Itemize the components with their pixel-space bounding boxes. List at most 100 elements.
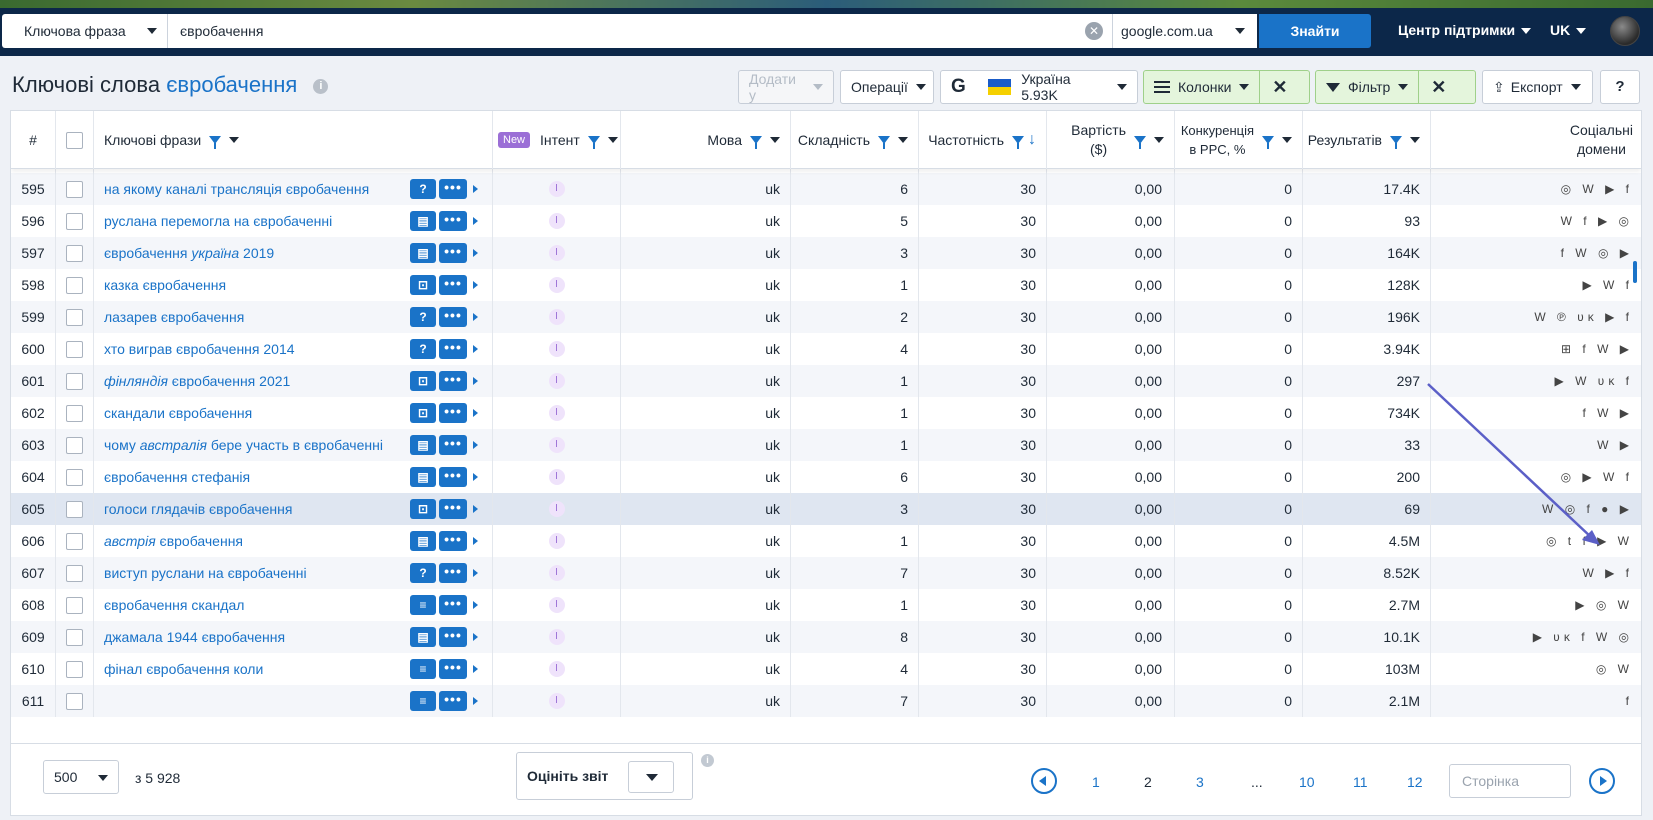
keyword-link[interactable]: скандали євробачення	[104, 405, 252, 421]
more-actions-button[interactable]: •••	[439, 691, 467, 711]
row-select[interactable]	[56, 269, 94, 301]
row-select[interactable]	[56, 589, 94, 621]
page-number-input[interactable]	[1449, 764, 1571, 798]
keyword-link[interactable]: руслана перемогла на євробаченні	[104, 213, 332, 229]
keyword-cell[interactable]: голоси глядачів євробачення ⊡ •••	[94, 493, 493, 525]
table-row[interactable]: 607 виступ руслани на євробаченні? ••• Iuk 7…	[11, 557, 1641, 589]
row-select[interactable]	[56, 557, 94, 589]
table-row[interactable]: 600 хто виграв євробачення 2014? ••• Iuk 4 30…	[11, 333, 1641, 365]
social-icons[interactable]: W ◎ f ● ▶	[1431, 493, 1641, 525]
col-lang[interactable]: Мова	[621, 111, 791, 169]
table-row[interactable]: 609 джамала 1944 євробачення ▤ ••• Iuk 8 30 0,0…	[11, 621, 1641, 653]
keyword-type-icon[interactable]: ≡	[410, 691, 436, 711]
keyword-type-icon[interactable]: ▤	[410, 243, 436, 263]
row-checkbox[interactable]	[66, 500, 83, 518]
table-row[interactable]: 595 на якому каналі трансляція євробаченн…	[11, 173, 1641, 205]
keyword-type-icon[interactable]: ≡	[410, 595, 436, 615]
expand-arrow-icon[interactable]	[473, 569, 478, 577]
info-icon[interactable]: i	[313, 78, 329, 94]
keyword-link[interactable]: голоси глядачів євробачення	[104, 501, 292, 517]
row-checkbox[interactable]	[66, 212, 83, 230]
keyword-cell[interactable]: фінал євробачення коли ≡ •••	[94, 653, 493, 685]
keyword-cell[interactable]: фінляндія євробачення 2021 ⊡ •••	[94, 365, 493, 397]
page-link[interactable]: 1	[1092, 774, 1100, 790]
help-button[interactable]: ?	[1600, 70, 1640, 104]
col-difficulty[interactable]: Складність	[791, 111, 919, 169]
expand-arrow-icon[interactable]	[473, 633, 478, 641]
social-icons[interactable]: ◎ W	[1431, 653, 1641, 685]
table-row[interactable]: 605 голоси глядачів євробачення ⊡ ••• Iuk 3 30…	[11, 493, 1641, 525]
keyword-cell[interactable]: євробачення стефанія ▤ •••	[94, 461, 493, 493]
keyword-link[interactable]: казка євробачення	[104, 277, 226, 293]
chevron-down-icon[interactable]	[1282, 137, 1292, 143]
more-actions-button[interactable]: •••	[439, 275, 467, 295]
social-icons[interactable]: ◎ ▶ W f	[1431, 461, 1641, 493]
more-actions-button[interactable]: •••	[439, 339, 467, 359]
table-row[interactable]: 602 скандали євробачення ⊡ ••• Iuk 1 30 0,00 0 73…	[11, 397, 1641, 429]
expand-arrow-icon[interactable]	[473, 441, 478, 449]
keyword-link[interactable]: чому австралія бере участь в євробаченні	[104, 437, 383, 453]
clear-icon[interactable]: ✕	[1085, 22, 1103, 40]
social-icons[interactable]: ▶ ◎ W	[1431, 589, 1641, 621]
filter-icon[interactable]	[1390, 136, 1402, 149]
keyword-type-icon[interactable]: ▤	[410, 627, 436, 647]
row-select[interactable]	[56, 429, 94, 461]
col-frequency[interactable]: Частотність ↓	[919, 111, 1047, 169]
expand-arrow-icon[interactable]	[473, 537, 478, 545]
social-icons[interactable]: W ▶	[1431, 429, 1641, 461]
more-actions-button[interactable]: •••	[439, 659, 467, 679]
row-select[interactable]	[56, 301, 94, 333]
social-icons[interactable]: ⊞ f W ▶	[1431, 333, 1641, 365]
keyword-cell[interactable]: чому австралія бере участь в євробаченні…	[94, 429, 493, 461]
row-select[interactable]	[56, 365, 94, 397]
social-icons[interactable]: ◎ W ▶ f	[1431, 173, 1641, 205]
expand-arrow-icon[interactable]	[473, 409, 478, 417]
row-select[interactable]	[56, 205, 94, 237]
keyword-link[interactable]: джамала 1944 євробачення	[104, 629, 285, 645]
table-row[interactable]: 611 ≡ ••• Iuk 7 30 0,00 0 2.1M f	[11, 685, 1641, 717]
more-actions-button[interactable]: •••	[439, 179, 467, 199]
keyword-cell[interactable]: хто виграв євробачення 2014? •••	[94, 333, 493, 365]
table-row[interactable]: 606 австрія євробачення ▤ ••• Iuk 1 30 0,00 0 4.5…	[11, 525, 1641, 557]
row-checkbox[interactable]	[66, 468, 83, 486]
keyword-type-icon[interactable]: ▤	[410, 211, 436, 231]
row-checkbox[interactable]	[66, 180, 83, 198]
keyword-cell[interactable]: на якому каналі трансляція євробачення? •…	[94, 173, 493, 205]
export-button[interactable]: ⇪ Експорт	[1482, 70, 1593, 104]
row-select[interactable]	[56, 685, 94, 717]
keyword-type-icon[interactable]: ?	[410, 563, 436, 583]
keyword-cell[interactable]: джамала 1944 євробачення ▤ •••	[94, 621, 493, 653]
table-row[interactable]: 603 чому австралія бере участь в євробаче…	[11, 429, 1641, 461]
keyword-type-icon[interactable]: ?	[410, 307, 436, 327]
social-icons[interactable]: W f ▶ ◎	[1431, 205, 1641, 237]
expand-arrow-icon[interactable]	[473, 505, 478, 513]
keyword-link[interactable]: євробачення україна 2019	[104, 245, 274, 261]
row-select[interactable]	[56, 397, 94, 429]
columns-reset-close-icon[interactable]: ✕	[1259, 71, 1299, 103]
keyword-link[interactable]: фінляндія євробачення 2021	[104, 373, 290, 389]
page-link[interactable]: 10	[1299, 774, 1315, 790]
more-actions-button[interactable]: •••	[439, 467, 467, 487]
more-actions-button[interactable]: •••	[439, 435, 467, 455]
prev-page-icon[interactable]	[1031, 768, 1057, 794]
expand-arrow-icon[interactable]	[473, 665, 478, 673]
keyword-type-icon[interactable]: ⊡	[410, 371, 436, 391]
next-page-icon[interactable]	[1589, 768, 1615, 794]
social-icons[interactable]: ▶ W f	[1431, 269, 1641, 301]
expand-arrow-icon[interactable]	[473, 313, 478, 321]
row-select[interactable]	[56, 525, 94, 557]
rate-report-widget[interactable]: Оцініть звіт	[516, 752, 693, 800]
keyword-link[interactable]: виступ руслани на євробаченні	[104, 565, 307, 581]
row-checkbox[interactable]	[66, 436, 83, 454]
row-checkbox[interactable]	[66, 628, 83, 646]
social-icons[interactable]: f W ◎ ▶	[1431, 237, 1641, 269]
row-select[interactable]	[56, 493, 94, 525]
query-type-select[interactable]: Ключова фраза	[2, 14, 168, 48]
expand-arrow-icon[interactable]	[473, 281, 478, 289]
select-all-checkbox[interactable]	[66, 131, 83, 149]
col-intent[interactable]: New Інтент	[493, 111, 621, 169]
row-select[interactable]	[56, 621, 94, 653]
row-checkbox[interactable]	[66, 532, 83, 550]
row-checkbox[interactable]	[66, 596, 83, 614]
col-select-all[interactable]	[56, 111, 94, 169]
